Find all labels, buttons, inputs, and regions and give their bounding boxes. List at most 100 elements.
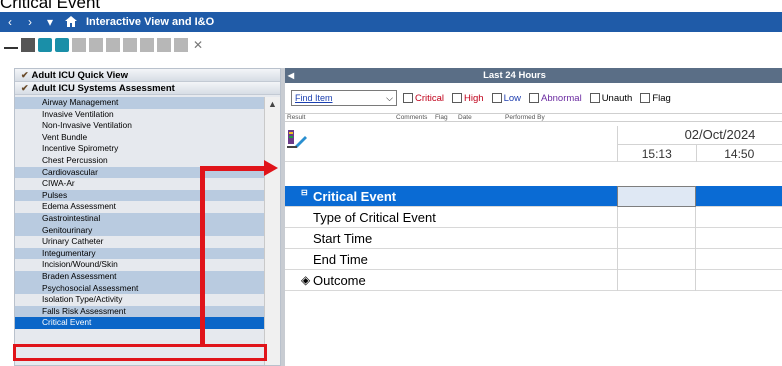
- sidebar-item[interactable]: Pulses: [15, 189, 264, 202]
- grid-header: 02/Oct/2024 15:13 14:50: [285, 122, 782, 162]
- row-label: Start Time: [313, 231, 373, 246]
- edit-icon[interactable]: [72, 38, 86, 52]
- sidebar-item[interactable]: Urinary Catheter: [15, 236, 264, 248]
- column-header[interactable]: Comments: [396, 114, 427, 121]
- band-label: Adult ICU Systems Assessment: [31, 82, 175, 94]
- spacer: [0, 58, 782, 68]
- sidebar-item[interactable]: Gastrointestinal: [15, 212, 264, 225]
- checkbox-icon[interactable]: [589, 93, 600, 103]
- column-header[interactable]: Date: [458, 114, 472, 121]
- sidebar-item[interactable]: Incentive Spirometry: [15, 143, 264, 155]
- time-header[interactable]: 15:13: [618, 145, 697, 162]
- grid-icon[interactable]: [55, 38, 69, 52]
- forward-icon[interactable]: ›: [20, 15, 40, 29]
- filter-label: Unauth: [601, 92, 633, 104]
- section-list: Airway Management Invasive Ventilation Non…: [15, 97, 264, 329]
- home-icon[interactable]: [60, 15, 82, 30]
- filter-checkbox[interactable]: Critical: [403, 93, 444, 104]
- sidebar-item[interactable]: Integumentary: [15, 247, 264, 260]
- navigator-panel: ✔ Adult ICU Quick View ✔ Adult ICU Syste…: [14, 68, 281, 366]
- cancel-icon[interactable]: [106, 38, 120, 52]
- save-icon[interactable]: [140, 38, 154, 52]
- flowsheet-rows: ⊟ Critical Event Type of Critical Event Sta…: [285, 186, 782, 291]
- sidebar-item[interactable]: Edema Assessment: [15, 201, 264, 213]
- flowsheet-row[interactable]: Type of Critical Event: [285, 207, 782, 228]
- checkbox-icon[interactable]: [452, 93, 463, 103]
- result-cell[interactable]: [617, 228, 696, 249]
- result-cell[interactable]: [617, 270, 696, 291]
- sidebar-item[interactable]: Non-Invasive Ventilation: [15, 120, 264, 132]
- close-icon[interactable]: ✕: [191, 38, 205, 52]
- back-icon[interactable]: ‹: [0, 15, 20, 29]
- refresh-icon[interactable]: [38, 38, 52, 52]
- filter-checkbox[interactable]: Abnormal: [529, 93, 582, 104]
- filter-label: Abnormal: [541, 92, 582, 104]
- time-header[interactable]: 14:50: [697, 145, 782, 162]
- sidebar-item[interactable]: CIWA-Ar: [15, 178, 264, 190]
- time-headers: 15:13 14:50: [618, 144, 782, 162]
- band-label: Adult ICU Quick View: [31, 69, 128, 81]
- sidebar-item[interactable]: Falls Risk Assessment: [15, 305, 264, 318]
- filter-checkbox[interactable]: High: [452, 93, 484, 104]
- table-icon[interactable]: [21, 38, 35, 52]
- checkbox-icon[interactable]: [529, 93, 540, 103]
- print-icon[interactable]: [157, 38, 171, 52]
- window-titlebar: ‹ › ▾ Interactive View and I&O: [0, 12, 782, 32]
- filter-checkbox[interactable]: Unauth: [589, 92, 633, 104]
- filter-checkbox[interactable]: Low: [491, 92, 522, 104]
- filter-bar: Find Item ⌵ Critical High Low Abnormal Unaut…: [285, 83, 782, 113]
- sidebar-item[interactable]: Incision/Wound/Skin: [15, 259, 264, 271]
- clipboard-icon[interactable]: [123, 38, 137, 52]
- dropdown-icon[interactable]: ▾: [40, 15, 60, 29]
- band-icon: ✔: [21, 82, 29, 93]
- row-label: Type of Critical Event: [313, 210, 436, 225]
- collapse-icon[interactable]: ⊟: [301, 182, 308, 203]
- date-header: 02/Oct/2024: [684, 127, 756, 142]
- sidebar-item[interactable]: Braden Assessment: [15, 270, 264, 283]
- filter-label: Critical: [415, 92, 445, 104]
- result-cell[interactable]: [617, 186, 696, 207]
- flowsheet-row[interactable]: End Time: [285, 249, 782, 270]
- column-header[interactable]: Result: [287, 114, 305, 121]
- column-header[interactable]: Flag: [435, 114, 448, 121]
- checkbox-icon[interactable]: [491, 93, 502, 103]
- annotation-highlight-box: [13, 344, 267, 361]
- sidebar-item[interactable]: Chest Percussion: [15, 154, 264, 167]
- sidebar-item[interactable]: Critical Event: [15, 317, 264, 329]
- outcome-icon: ◈: [301, 273, 311, 287]
- sidebar-item[interactable]: Vent Bundle: [15, 131, 264, 144]
- date-column-group: 02/Oct/2024 15:13 14:50: [617, 126, 782, 162]
- sidebar-item[interactable]: Airway Management: [15, 97, 264, 109]
- band-adult-icu-systems-assessment[interactable]: ✔ Adult ICU Systems Assessment: [15, 82, 280, 95]
- result-cell[interactable]: [617, 207, 696, 228]
- flowsheet-row[interactable]: ⊟ Critical Event: [285, 186, 782, 207]
- annotation-line: [200, 168, 205, 346]
- filter-label: Flag: [652, 92, 671, 104]
- check-icon[interactable]: [89, 38, 103, 52]
- scrollbar[interactable]: ▲: [264, 97, 280, 365]
- checkbox-icon[interactable]: [640, 93, 651, 103]
- sidebar-item[interactable]: Invasive Ventilation: [15, 108, 264, 121]
- row-label: Critical Event: [313, 189, 397, 204]
- scroll-up-icon[interactable]: ▲: [265, 97, 280, 111]
- filter-label: Low: [503, 92, 522, 104]
- time-range-bar: ◀ Last 24 Hours: [285, 68, 782, 83]
- filter-checkbox[interactable]: Flag: [640, 92, 671, 104]
- checkbox-icon[interactable]: [403, 93, 413, 103]
- toolbar: ✕: [0, 32, 782, 58]
- row-label: Outcome: [313, 273, 366, 288]
- sidebar-item[interactable]: Psychosocial Assessment: [15, 282, 264, 295]
- collapse-left-icon[interactable]: ◀: [285, 71, 297, 80]
- sidebar-item[interactable]: Genitourinary: [15, 224, 264, 237]
- column-header[interactable]: Performed By: [505, 114, 545, 121]
- flowsheet-row[interactable]: Start Time: [285, 228, 782, 249]
- flowsheet-row[interactable]: ◈ Outcome: [285, 270, 782, 291]
- flowsheet-panel: ◀ Last 24 Hours Find Item ⌵ Critical High…: [285, 68, 782, 366]
- row-label: End Time: [313, 252, 368, 267]
- band-adult-icu-quick-view[interactable]: ✔ Adult ICU Quick View: [15, 69, 280, 82]
- link-icon[interactable]: [174, 38, 188, 52]
- sidebar-item[interactable]: Isolation Type/Activity: [15, 294, 264, 306]
- find-item-select[interactable]: Find Item ⌵: [291, 90, 397, 106]
- graph-icon[interactable]: [4, 41, 18, 49]
- result-cell[interactable]: [617, 249, 696, 270]
